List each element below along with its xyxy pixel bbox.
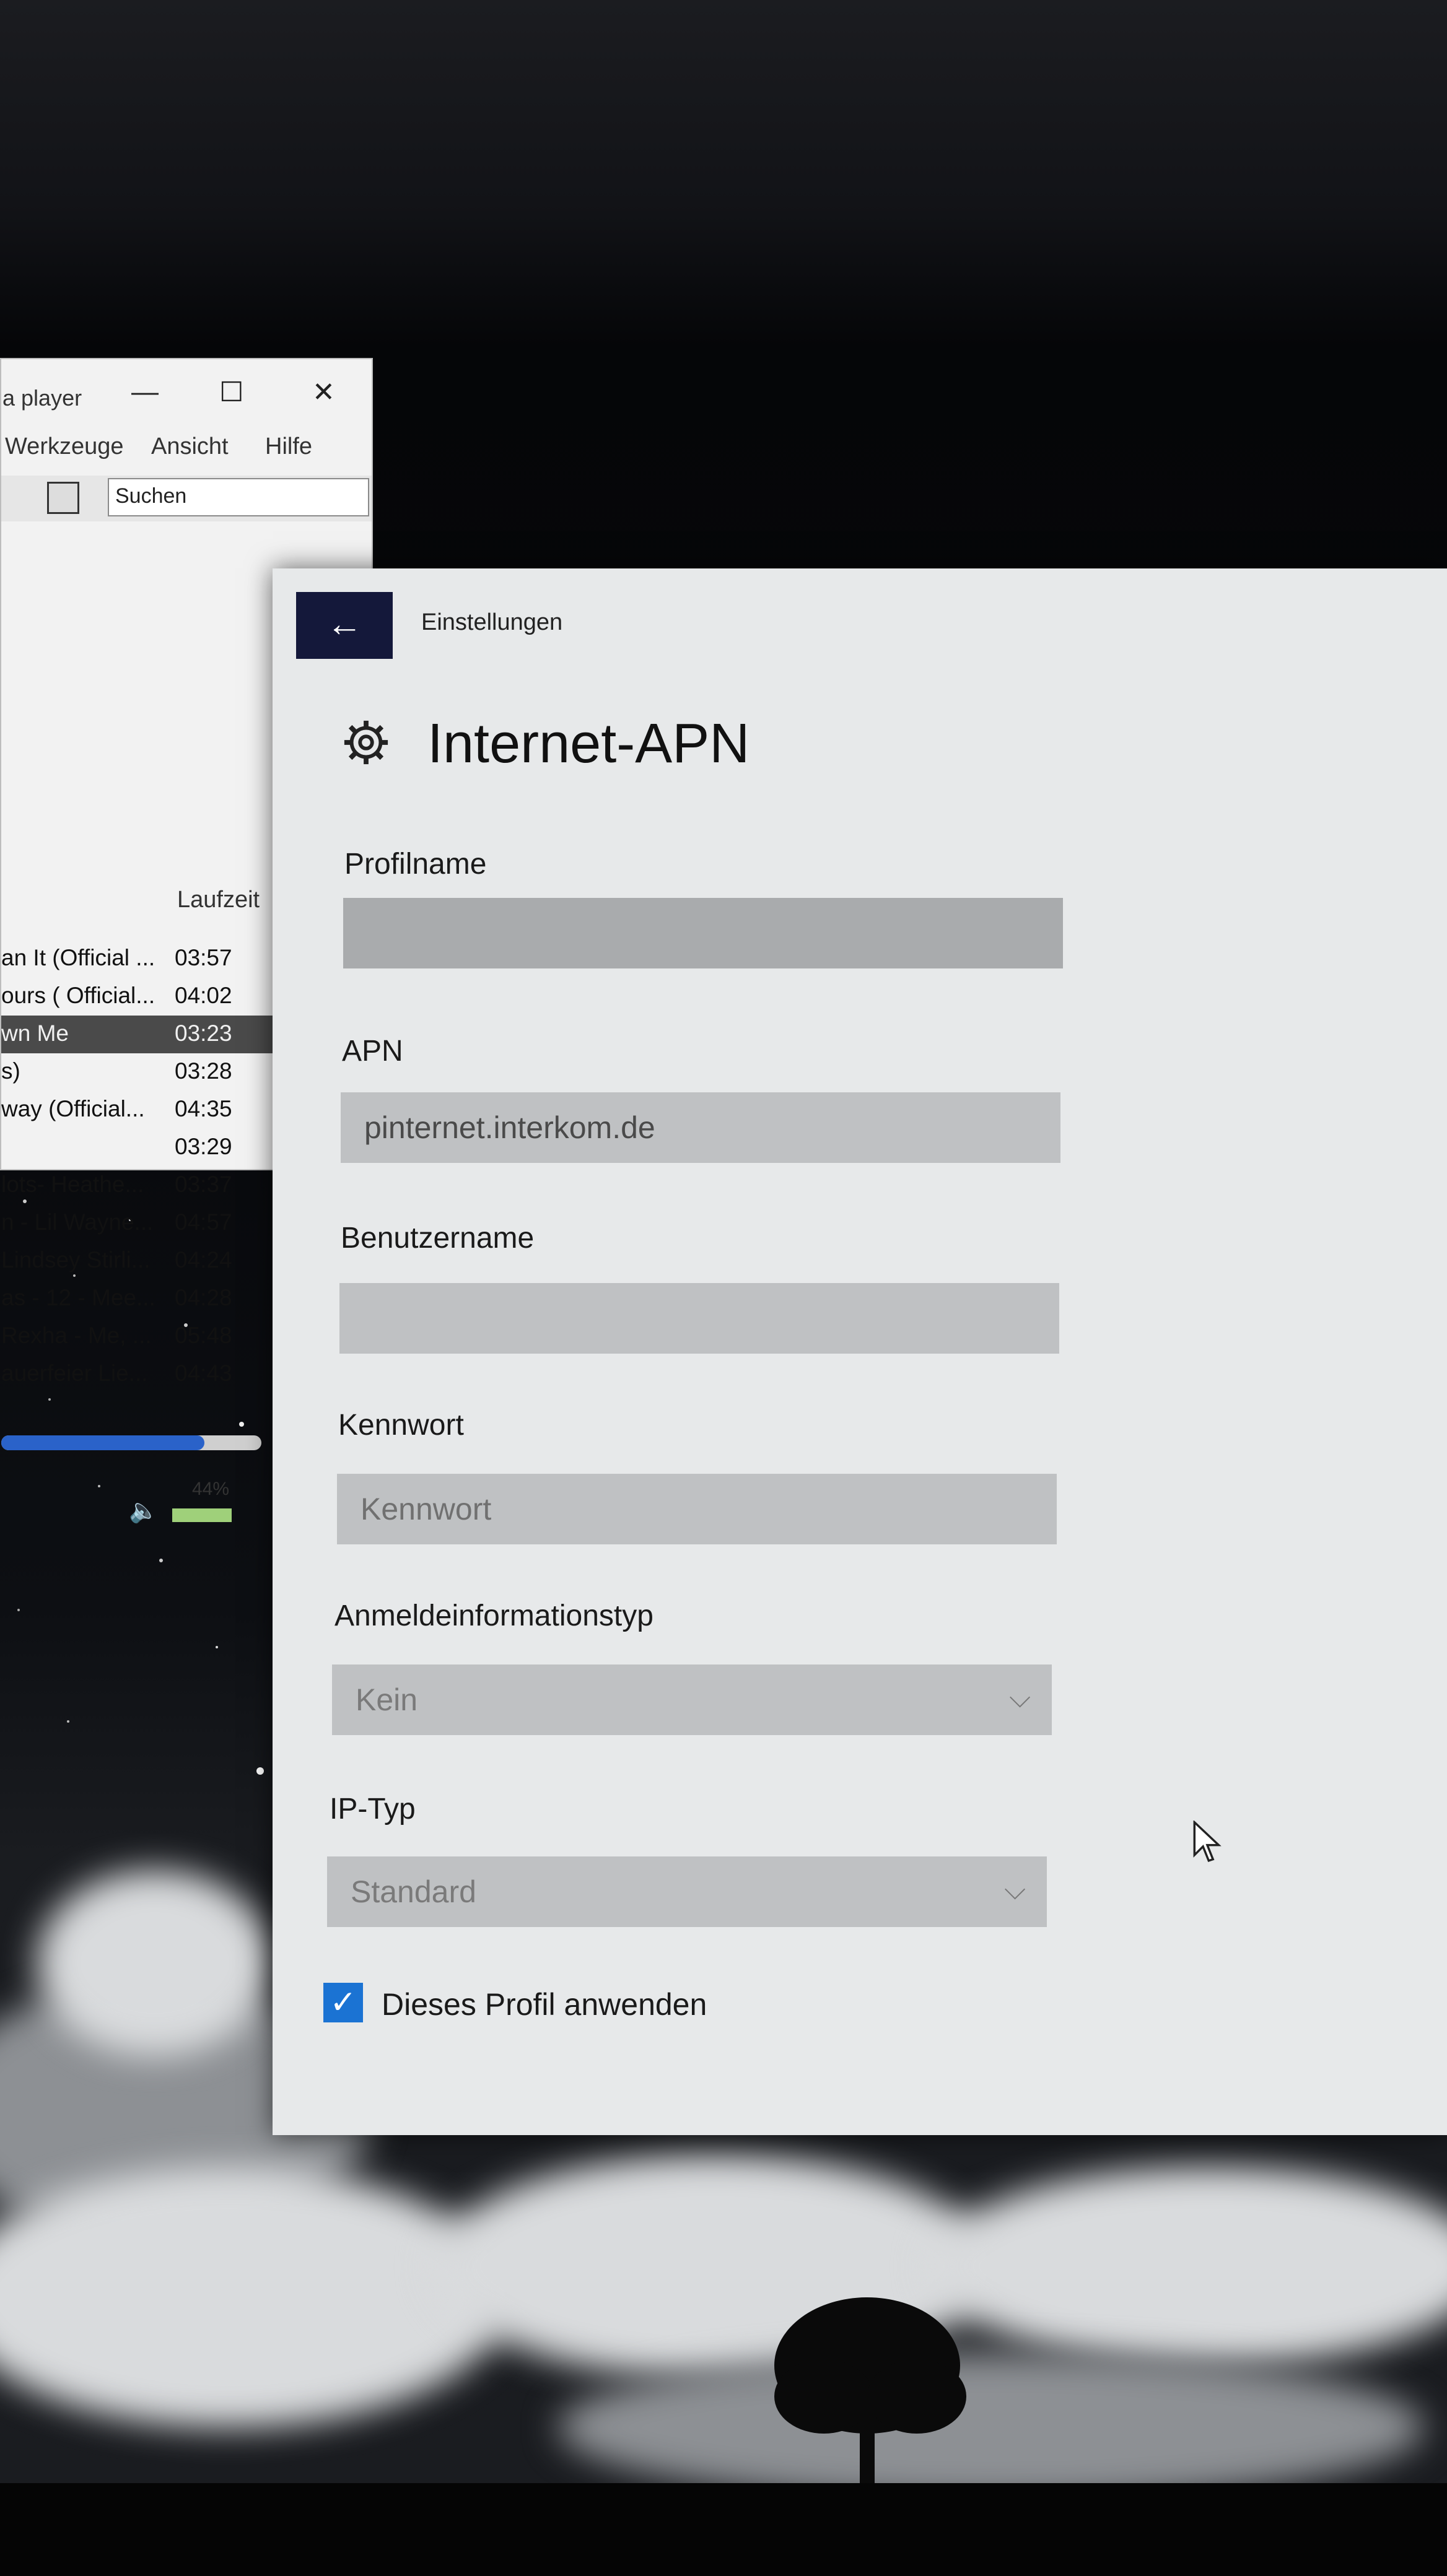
track-duration: 03:37 xyxy=(175,1172,232,1197)
anmeldeinformationstyp-value: Kein xyxy=(356,1682,418,1717)
player-title: a player xyxy=(2,385,82,411)
chevron-down-icon: ⌵ xyxy=(1004,1873,1026,1905)
benutzername-field[interactable] xyxy=(339,1283,1059,1354)
ip-typ-label: IP-Typ xyxy=(330,1793,416,1825)
apply-profile-checkbox[interactable]: ✓ xyxy=(323,1983,363,2022)
track-duration: 04:43 xyxy=(175,1360,232,1386)
profilname-field[interactable] xyxy=(343,898,1063,968)
volume-label: 44% xyxy=(192,1479,230,1499)
column-header-laufzeit[interactable]: Laufzeit xyxy=(177,887,260,913)
playback-progress-bar[interactable] xyxy=(1,1435,261,1450)
apn-field[interactable]: pinternet.interkom.de xyxy=(341,1092,1060,1163)
close-button[interactable]: ✕ xyxy=(312,376,335,408)
menu-hilfe[interactable]: Hilfe xyxy=(265,433,312,460)
ip-typ-dropdown[interactable]: Standard ⌵ xyxy=(327,1856,1047,1927)
cloud xyxy=(557,2353,1425,2502)
kennwort-label: Kennwort xyxy=(338,1409,464,1442)
track-title: s) xyxy=(1,1058,20,1084)
track-duration: 05:48 xyxy=(175,1323,232,1348)
ip-typ-value: Standard xyxy=(351,1874,476,1909)
track-duration: 03:29 xyxy=(175,1134,232,1159)
track-title: Lindsey Stirli... xyxy=(1,1247,151,1273)
search-input[interactable]: Suchen xyxy=(108,478,369,516)
apn-label: APN xyxy=(342,1035,403,1068)
player-menubar: Werkzeuge Ansicht Hilfe xyxy=(1,433,372,471)
track-title: lots- Heathe... xyxy=(1,1172,144,1197)
track-duration: 04:57 xyxy=(175,1209,232,1235)
track-duration: 04:35 xyxy=(175,1096,232,1121)
menu-ansicht[interactable]: Ansicht xyxy=(151,433,229,460)
playback-progress-fill xyxy=(1,1435,204,1450)
track-duration: 03:57 xyxy=(175,945,232,970)
back-button[interactable]: ← xyxy=(296,592,393,659)
track-title: way (Official... xyxy=(1,1096,145,1121)
anmeldeinformationstyp-label: Anmeldeinformationstyp xyxy=(334,1599,654,1632)
track-duration: 03:28 xyxy=(175,1058,232,1084)
track-duration: 04:28 xyxy=(175,1285,232,1310)
apply-profile-label[interactable]: Dieses Profil anwenden xyxy=(382,1986,707,2022)
track-title: n - Lil Wayne... xyxy=(1,1209,154,1235)
benutzername-label: Benutzername xyxy=(341,1222,535,1255)
cloud xyxy=(37,1870,273,2056)
back-arrow-icon: ← xyxy=(326,604,362,644)
mouse-cursor-icon xyxy=(1193,1821,1222,1863)
ground-silhouette xyxy=(0,2483,1447,2576)
track-title: ours ( Official... xyxy=(1,983,155,1008)
profilname-label: Profilname xyxy=(344,848,487,881)
track-title: an It (Official ... xyxy=(1,945,155,970)
player-titlebar[interactable]: a player — ☐ ✕ xyxy=(1,359,372,424)
window-title: Einstellungen xyxy=(421,609,563,635)
page-title: Internet-APN xyxy=(427,713,750,775)
track-title: wn Me xyxy=(1,1020,69,1046)
gear-icon xyxy=(344,720,388,765)
settings-window: ← Einstellungen Internet-APN Profilname … xyxy=(273,568,1447,2135)
cloud xyxy=(929,2167,1447,2365)
speaker-icon[interactable]: 🔈 xyxy=(129,1497,158,1525)
track-title: as - 12 - Mee... xyxy=(1,1285,155,1310)
minimize-button[interactable]: — xyxy=(131,376,159,407)
track-title: Rexha - Me, ... xyxy=(1,1323,152,1348)
playlist-icon[interactable] xyxy=(47,482,79,514)
track-duration: 04:24 xyxy=(175,1247,232,1273)
menu-werkzeuge[interactable]: Werkzeuge xyxy=(5,433,124,460)
cloud xyxy=(0,2167,508,2427)
track-title: auerfeier Lie... xyxy=(1,1360,148,1386)
maximize-button[interactable]: ☐ xyxy=(219,376,243,408)
anmeldeinformationstyp-dropdown[interactable]: Kein ⌵ xyxy=(332,1664,1052,1735)
track-duration: 03:23 xyxy=(175,1020,232,1046)
chevron-down-icon: ⌵ xyxy=(1009,1681,1031,1713)
track-duration: 04:02 xyxy=(175,983,232,1008)
kennwort-field[interactable]: Kennwort xyxy=(337,1474,1057,1544)
volume-slider[interactable] xyxy=(172,1508,232,1522)
